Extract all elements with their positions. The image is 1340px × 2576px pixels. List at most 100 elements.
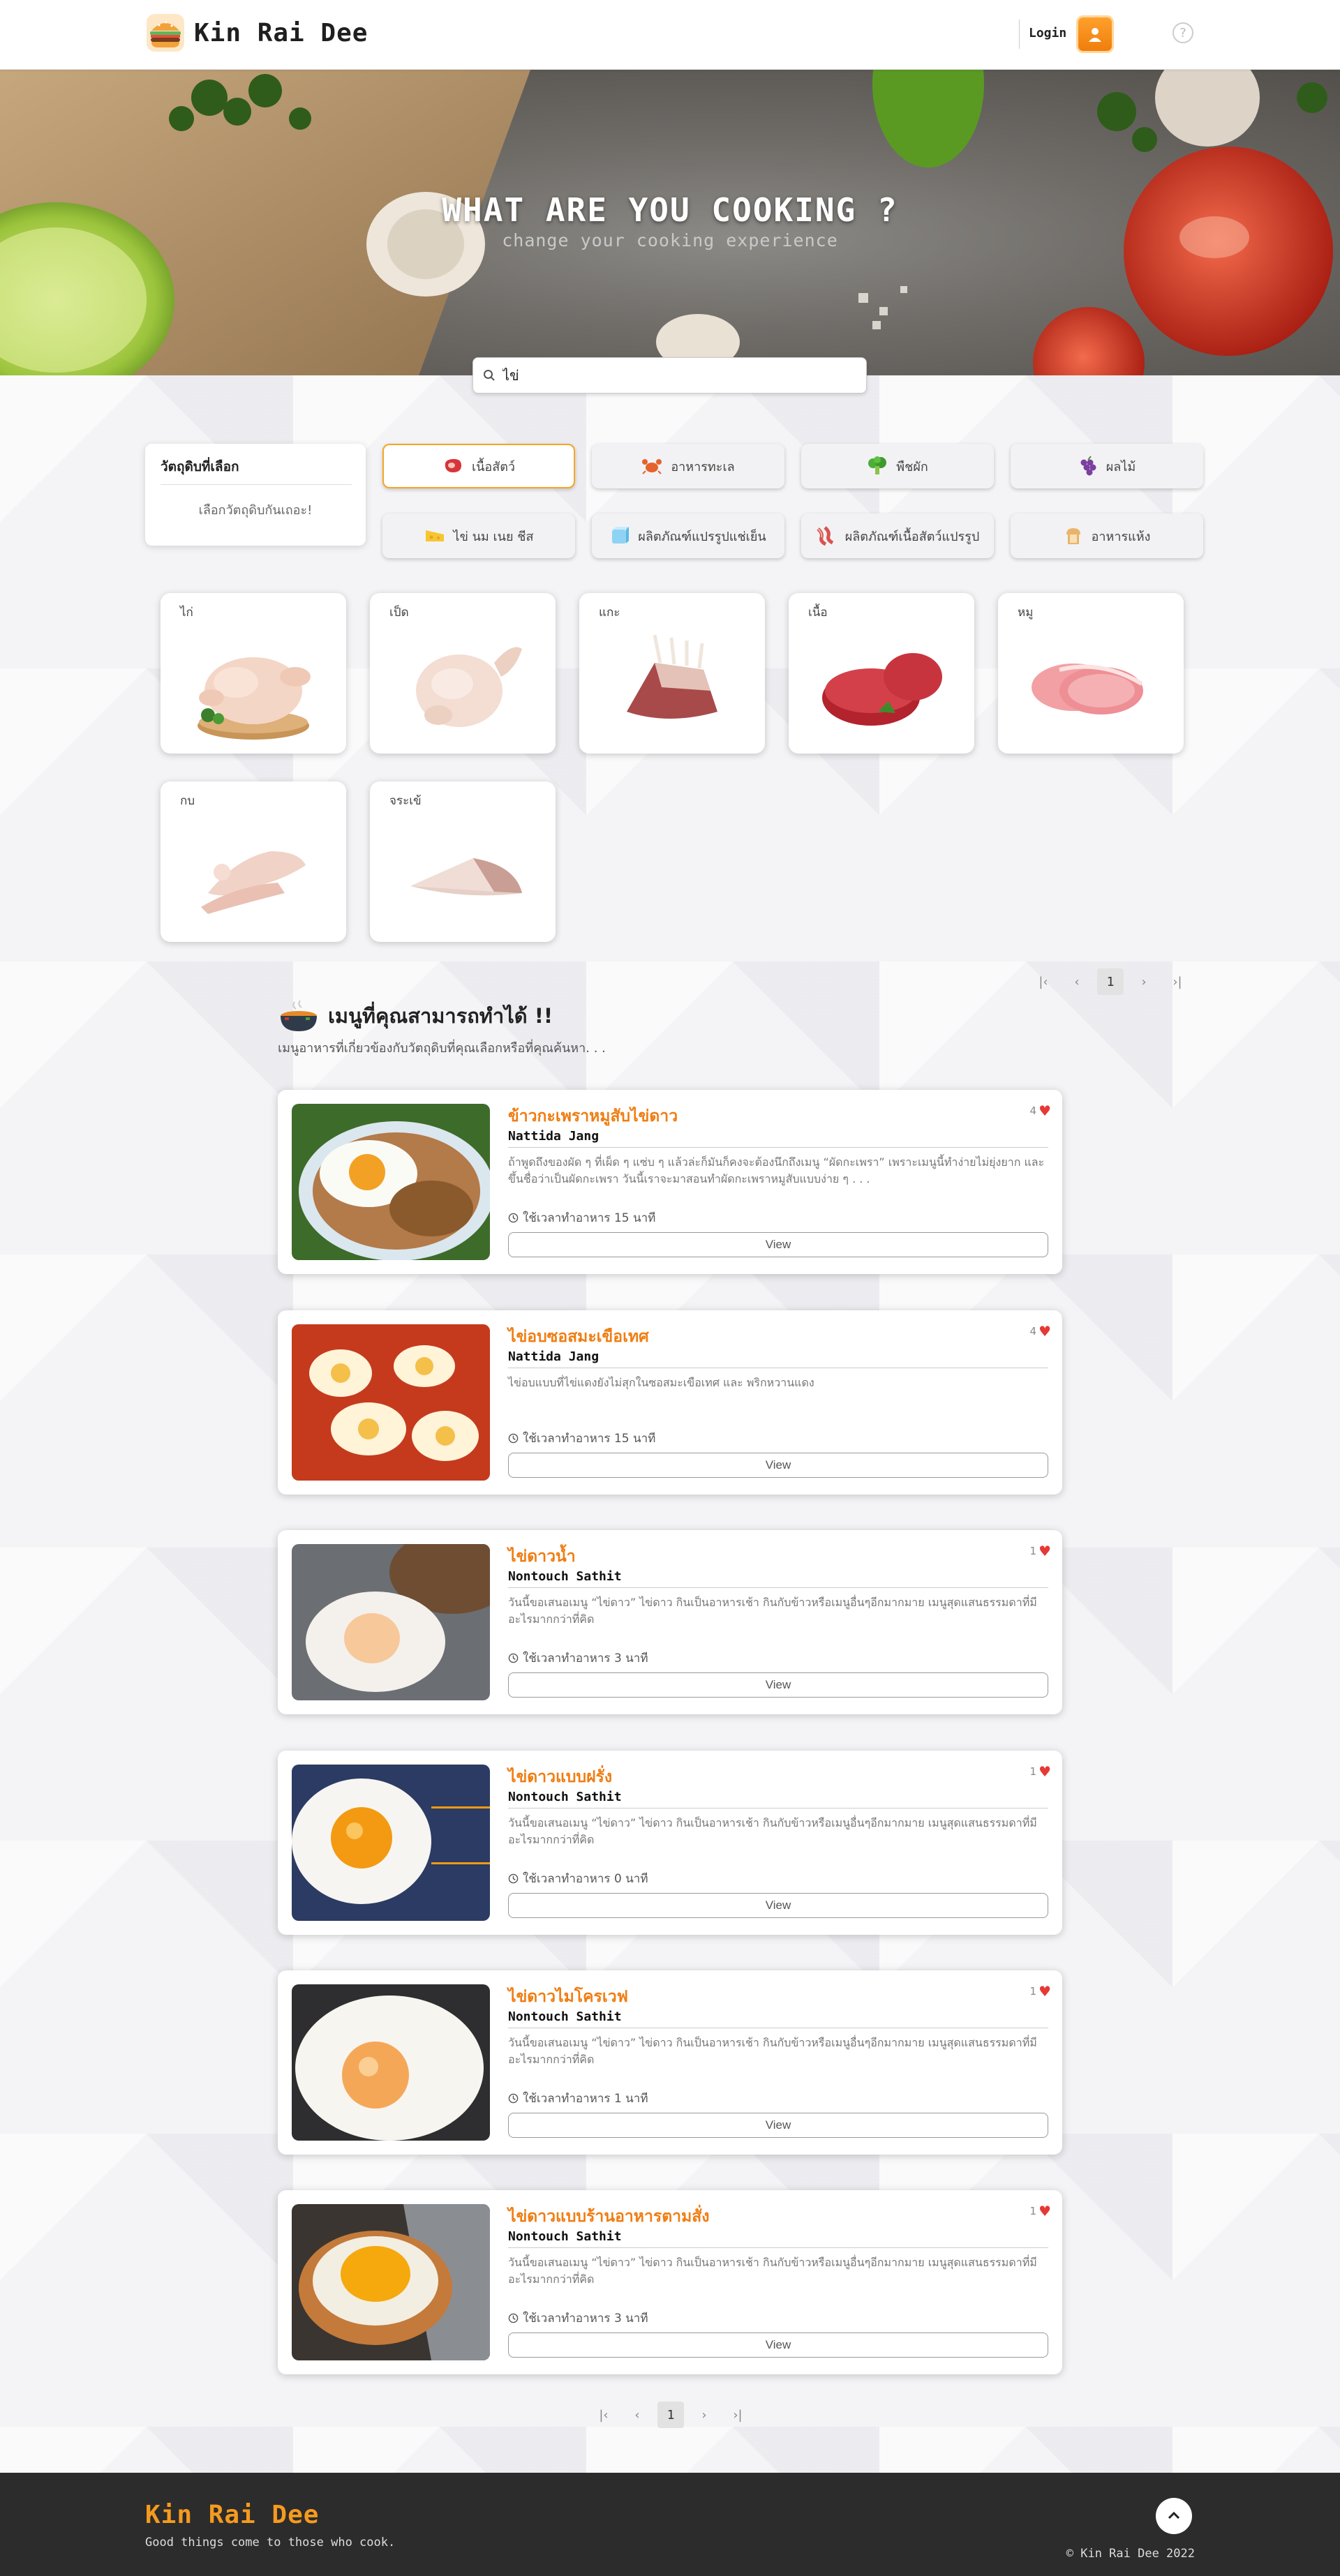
ingredient-card-crocodile[interactable]: จระเข้ xyxy=(370,781,556,942)
heart-icon[interactable]: ♥ xyxy=(1038,1983,1051,2000)
view-button[interactable]: View xyxy=(508,1672,1048,1698)
login-link[interactable]: Login xyxy=(1029,26,1066,40)
recipe-title[interactable]: ไข่ดาวไมโครเวฟ xyxy=(508,1984,628,2009)
category-label: ผลไม้ xyxy=(1106,459,1136,474)
ingredient-label: เนื้อ xyxy=(808,606,828,620)
view-button[interactable]: View xyxy=(508,1232,1048,1257)
category-seafood[interactable]: อาหารทะเล xyxy=(592,444,784,488)
like-count[interactable]: 1 ♥ xyxy=(1030,1543,1051,1559)
footer: Kin Rai Dee Good things come to those wh… xyxy=(0,2473,1340,2576)
like-count[interactable]: 1 ♥ xyxy=(1030,1763,1051,1780)
search-bar[interactable] xyxy=(472,357,867,394)
prev-page-button[interactable]: ‹ xyxy=(1064,968,1090,995)
clock-icon xyxy=(508,1213,519,1223)
recipe-card[interactable]: ไข่ดาวแบบร้านอาหารตามสั่ง Nontouch Sathi… xyxy=(278,2190,1062,2374)
hero-subtitle: change your cooking experience xyxy=(502,230,838,250)
clock-icon xyxy=(508,1653,519,1663)
recipe-image[interactable] xyxy=(292,1324,490,1481)
recipe-image[interactable] xyxy=(292,1104,490,1260)
recipe-title[interactable]: ไข่ดาวแบบร้านอาหารตามสั่ง xyxy=(508,2204,710,2229)
user-icon xyxy=(1089,28,1101,42)
ingredient-card-duck[interactable]: เป็ด xyxy=(370,593,556,754)
menu-heading-text: เมนูที่คุณสามารถทำได้ !! xyxy=(328,1004,553,1028)
recipe-card[interactable]: ไข่อบซอสมะเขือเทศ Nattida Jang ไข่อบแบบท… xyxy=(278,1310,1062,1495)
recipe-title[interactable]: ไข่อบซอสมะเขือเทศ xyxy=(508,1324,649,1349)
category-label: อาหารทะเล xyxy=(671,459,735,474)
recipe-title[interactable]: ข้าวกะเพราหมูสับไข่ดาว xyxy=(508,1104,678,1129)
recipe-description: วันนี้ขอเสนอเมนู “ไข่ดาว” ไข่ดาว กินเป็น… xyxy=(508,1816,1037,1846)
category-meat[interactable]: เนื้อสัตว์ xyxy=(382,444,575,488)
user-button[interactable] xyxy=(1076,15,1114,53)
ingredient-label: จระเข้ xyxy=(389,794,422,808)
next-page-button[interactable]: › xyxy=(691,2402,717,2428)
recipe-card[interactable]: ไข่ดาวแบบฝรั่ง Nontouch Sathit วันนี้ขอเ… xyxy=(278,1751,1062,1935)
heart-icon[interactable]: ♥ xyxy=(1038,2203,1051,2219)
broccoli-icon xyxy=(868,456,887,474)
prev-page-button[interactable]: ‹ xyxy=(624,2402,650,2428)
like-count[interactable]: 1 ♥ xyxy=(1030,2203,1051,2219)
recipe-title[interactable]: ไข่ดาวแบบฝรั่ง xyxy=(508,1765,612,1790)
recipe-title[interactable]: ไข่ดาวน้ำ xyxy=(508,1544,576,1569)
help-icon[interactable]: ? xyxy=(1172,22,1193,43)
first-page-button[interactable]: |‹ xyxy=(1030,968,1057,995)
recipe-image[interactable] xyxy=(292,1765,490,1921)
recipe-card[interactable]: ไข่ดาวไมโครเวฟ Nontouch Sathit วันนี้ขอเ… xyxy=(278,1970,1062,2155)
last-page-button[interactable]: ›| xyxy=(724,2402,751,2428)
category-vegetables[interactable]: พืชผัก xyxy=(801,444,994,488)
crocodile-meat-image xyxy=(410,858,522,896)
category-dry-food[interactable]: อาหารแห้ง xyxy=(1011,514,1203,558)
recipe-card[interactable]: ข้าวกะเพราหมูสับไข่ดาว Nattida Jang ถ้าพ… xyxy=(278,1090,1062,1274)
category-processed-meat[interactable]: ผลิตภัณฑ์เนื้อสัตว์แปรรูป xyxy=(801,514,994,558)
view-button[interactable]: View xyxy=(508,1893,1048,1918)
recipe-image[interactable] xyxy=(292,2204,490,2360)
recipe-author: Nattida Jang xyxy=(508,1129,600,1144)
current-page[interactable]: 1 xyxy=(657,2402,684,2428)
chicken-image xyxy=(198,657,311,740)
heart-icon[interactable]: ♥ xyxy=(1038,1543,1051,1559)
category-chilled-processed[interactable]: ผลิตภัณฑ์แปรรูปแช่เย็น xyxy=(592,514,784,558)
view-button[interactable]: View xyxy=(508,2113,1048,2138)
bread-icon xyxy=(1066,528,1080,544)
category-label: ผลิตภัณฑ์แปรรูปแช่เย็น xyxy=(638,529,766,544)
ingredient-card-chicken[interactable]: ไก่ xyxy=(161,593,346,754)
like-count[interactable]: 4 ♥ xyxy=(1030,1102,1051,1119)
like-count-value: 1 xyxy=(1029,1765,1037,1778)
category-fruits[interactable]: ผลไม้ xyxy=(1011,444,1203,488)
recipe-card[interactable]: ไข่ดาวน้ำ Nontouch Sathit วันนี้ขอเสนอเม… xyxy=(278,1530,1062,1714)
recipe-author: Nontouch Sathit xyxy=(508,2229,622,2244)
ingredient-card-pork[interactable]: หมู xyxy=(998,593,1184,754)
next-page-button[interactable]: › xyxy=(1131,968,1157,995)
search-input[interactable] xyxy=(502,367,838,384)
heart-icon[interactable]: ♥ xyxy=(1038,1763,1051,1780)
scroll-to-top-button[interactable] xyxy=(1156,2498,1192,2534)
lamb-rack-image xyxy=(627,634,717,719)
category-label: เนื้อสัตว์ xyxy=(471,459,516,474)
category-dairy[interactable]: ไข่ นม เนย ชีส xyxy=(382,514,575,558)
first-page-button[interactable]: |‹ xyxy=(590,2402,617,2428)
burger-logo-icon xyxy=(147,14,184,52)
clock-icon xyxy=(508,2093,519,2104)
view-button[interactable]: View xyxy=(508,2332,1048,2358)
recipe-time-text: ใช้เวลาทำอาหาร 1 นาที xyxy=(523,2092,648,2106)
recipe-image[interactable] xyxy=(292,1544,490,1700)
brand[interactable]: Kin Rai Dee xyxy=(145,13,368,53)
recipe-author: Nattida Jang xyxy=(508,1349,600,1364)
cooking-pot-icon xyxy=(281,1000,317,1031)
like-count[interactable]: 4 ♥ xyxy=(1030,1323,1051,1340)
recipes-pagination: |‹ ‹ 1 › ›| xyxy=(590,2402,751,2428)
recipe-time: ใช้เวลาทำอาหาร 15 นาที xyxy=(508,1429,655,1448)
like-count[interactable]: 1 ♥ xyxy=(1030,1983,1051,2000)
ingredient-card-lamb[interactable]: แกะ xyxy=(579,593,765,754)
ingredient-card-frog[interactable]: กบ xyxy=(161,781,346,942)
heart-icon[interactable]: ♥ xyxy=(1038,1323,1051,1340)
meat-icon xyxy=(445,458,461,472)
recipe-author: Nontouch Sathit xyxy=(508,1569,622,1584)
grapes-icon xyxy=(1080,456,1096,476)
view-button[interactable]: View xyxy=(508,1453,1048,1478)
ingredient-card-beef[interactable]: เนื้อ xyxy=(789,593,974,754)
recipe-image[interactable] xyxy=(292,1984,490,2141)
current-page[interactable]: 1 xyxy=(1097,968,1124,995)
last-page-button[interactable]: ›| xyxy=(1164,968,1191,995)
like-count-value: 4 xyxy=(1029,1104,1037,1117)
heart-icon[interactable]: ♥ xyxy=(1038,1102,1051,1119)
